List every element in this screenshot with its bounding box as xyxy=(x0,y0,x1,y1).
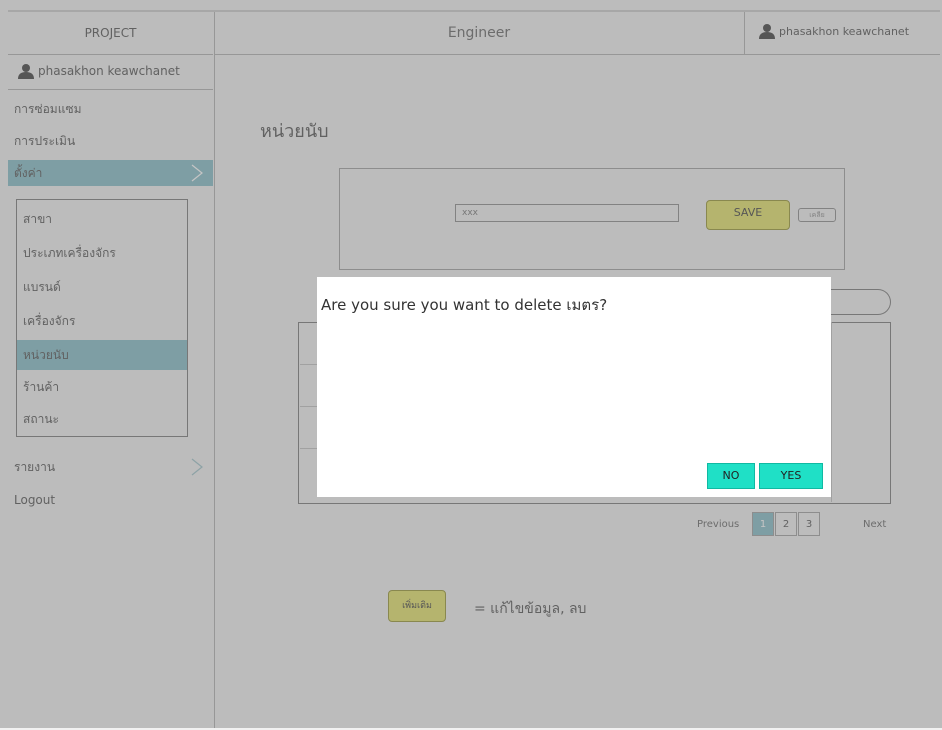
no-button[interactable]: NO xyxy=(707,463,755,489)
delete-confirm-dialog: Are you sure you want to delete เมตร? NO… xyxy=(317,277,831,497)
yes-button[interactable]: YES xyxy=(759,463,823,489)
dialog-message: Are you sure you want to delete เมตร? xyxy=(321,296,608,314)
